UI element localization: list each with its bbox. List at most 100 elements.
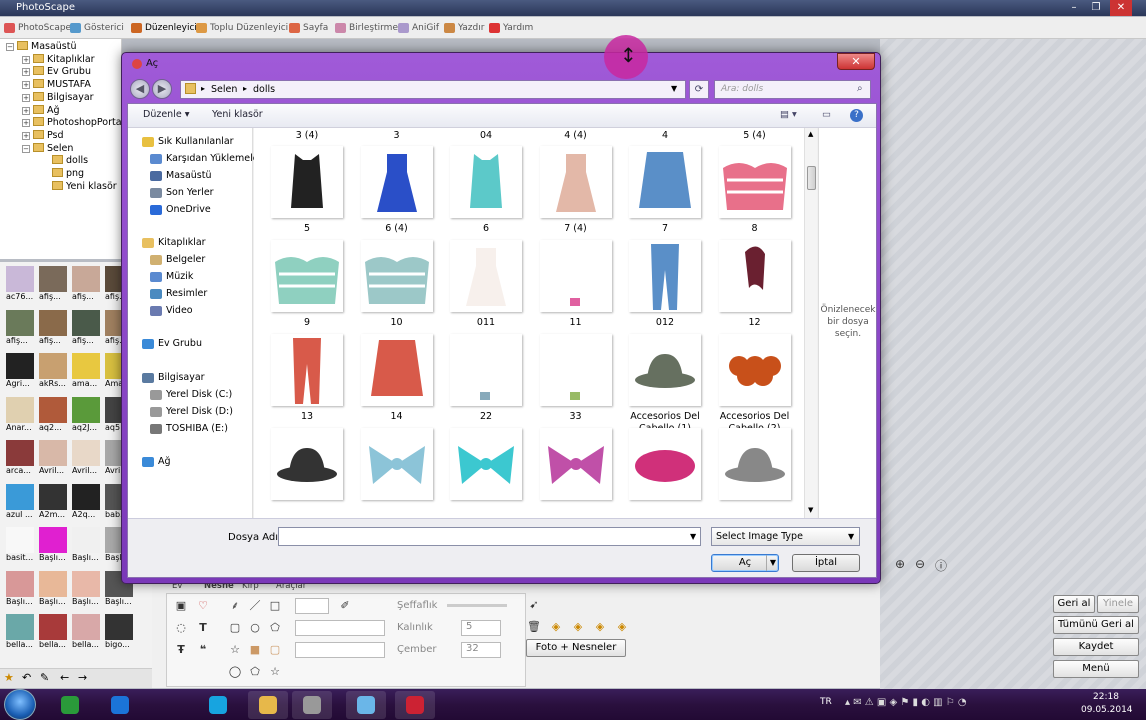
search-input[interactable]: Ara: dolls ⌕ xyxy=(714,80,871,99)
app-tab-2[interactable]: Düzenleyici xyxy=(131,20,197,36)
file-item[interactable]: Accesorios Del Cabello (1) xyxy=(622,334,708,435)
file-item[interactable] xyxy=(443,428,529,505)
circle-icon[interactable]: ○ xyxy=(247,620,263,636)
menu-button[interactable]: Menü xyxy=(1053,660,1139,678)
folder-tree-item[interactable]: − Selen xyxy=(22,142,73,155)
taskbar-app-photoscape-editor[interactable] xyxy=(395,691,435,719)
maximize-button[interactable]: ❐ xyxy=(1085,0,1107,16)
minimize-button[interactable]: – xyxy=(1063,0,1085,16)
undo-button[interactable]: Geri al xyxy=(1053,595,1095,613)
nav-item[interactable]: Müzik xyxy=(128,269,193,284)
thumbnail-item[interactable]: afiş... xyxy=(6,309,34,348)
thumbnail-item[interactable]: bella... xyxy=(72,614,100,652)
file-list-scrollbar[interactable]: ▲ ▼ xyxy=(804,128,817,518)
cancel-button[interactable]: İptal xyxy=(792,554,860,572)
tree-expander-icon[interactable]: + xyxy=(22,119,30,128)
start-button[interactable] xyxy=(4,689,36,720)
back-arrow-icon[interactable]: ← xyxy=(60,671,69,684)
transparency-slider[interactable] xyxy=(447,604,507,607)
scroll-up-icon[interactable]: ▲ xyxy=(808,130,813,138)
search-icon[interactable]: ⌕ xyxy=(857,83,863,94)
thumbnail-item[interactable]: basit... xyxy=(6,527,34,565)
file-type-select[interactable]: Select Image Type ▼ xyxy=(711,527,860,546)
nav-item[interactable]: Ağ xyxy=(128,454,171,469)
redo-button[interactable]: Yinele xyxy=(1097,595,1139,613)
filename-input[interactable] xyxy=(278,527,701,546)
zoom-out-icon[interactable]: ⊖ xyxy=(915,557,925,571)
folder-tree-item[interactable]: Yeni klasör xyxy=(52,180,117,193)
quote-icon[interactable]: ❝ xyxy=(195,642,211,658)
layer-up-icon[interactable]: ◈ xyxy=(548,619,564,635)
nav-item[interactable]: OneDrive xyxy=(128,202,211,217)
file-item[interactable]: 13 xyxy=(264,334,350,423)
file-item[interactable]: 8 xyxy=(712,146,798,235)
save-button[interactable]: Kaydet xyxy=(1053,638,1139,656)
ellipse-icon[interactable]: ◯ xyxy=(227,664,243,680)
thumbnail-item[interactable]: bella... xyxy=(39,614,67,652)
thumbnail-item[interactable]: bella... xyxy=(6,614,34,652)
zoom-in-icon[interactable]: ⊕ xyxy=(895,557,905,571)
text-icon[interactable]: T xyxy=(195,620,211,636)
text-style-icon[interactable]: Ŧ xyxy=(173,642,189,658)
folder-tree-item[interactable]: + Ev Grubu xyxy=(22,66,91,78)
nav-item[interactable]: Ev Grubu xyxy=(128,336,202,351)
thumbnail-item[interactable]: aq2... xyxy=(39,396,67,435)
app-tab-7[interactable]: Yazdır xyxy=(444,20,484,36)
folder-tree-item[interactable]: + Ağ xyxy=(22,104,60,117)
tree-expander-icon[interactable]: + xyxy=(22,81,30,90)
rectangle-icon[interactable]: □ xyxy=(267,598,283,614)
thumbnail-item[interactable]: afiş... xyxy=(72,309,100,348)
tree-expander-icon[interactable]: + xyxy=(22,106,30,115)
line-style-dropdown[interactable] xyxy=(295,620,385,636)
trash-icon[interactable]: 🗑 xyxy=(526,619,542,635)
thumbnail-item[interactable]: Avril... xyxy=(39,440,67,478)
nav-item[interactable]: Belgeler xyxy=(128,252,205,267)
taskbar-app-explorer[interactable] xyxy=(248,691,288,719)
taskbar-app-ie[interactable] xyxy=(100,691,140,719)
folder-tree-item[interactable]: − Masaüstü xyxy=(6,41,77,53)
file-item[interactable] xyxy=(354,428,440,505)
undo-arrow-icon[interactable]: ↶ xyxy=(22,671,31,684)
app-tab-5[interactable]: Birleştirme xyxy=(335,20,398,36)
border-input[interactable]: 32 xyxy=(461,642,501,658)
folder-tree-item[interactable]: png xyxy=(52,168,84,180)
organize-menu[interactable]: Düzenle ▾ xyxy=(143,109,189,120)
taskbar-app-skype[interactable] xyxy=(198,691,238,719)
file-item[interactable]: 11 xyxy=(533,240,619,329)
clock-time[interactable]: 22:18 xyxy=(1093,692,1119,702)
thickness-input[interactable]: 5 xyxy=(461,620,501,636)
close-app-button[interactable]: ✕ xyxy=(1110,0,1132,16)
file-item[interactable]: 7 xyxy=(622,146,708,235)
thumbnail-item[interactable]: ama... xyxy=(72,353,100,391)
new-folder-button[interactable]: Yeni klasör xyxy=(212,109,263,120)
file-item[interactable]: 22 xyxy=(443,334,529,423)
thumbnail-item[interactable]: bigo... xyxy=(105,614,133,652)
folder-tree-item[interactable]: + PhotoshopPorta xyxy=(22,117,122,129)
thumbnail-item[interactable]: Avril... xyxy=(72,440,100,478)
app-tab-0[interactable]: PhotoScape xyxy=(4,20,71,36)
view-options-icon[interactable]: ▤ ▾ xyxy=(780,109,797,120)
file-item[interactable] xyxy=(622,428,708,505)
color-dropdown[interactable] xyxy=(295,598,329,614)
app-tab-8[interactable]: Yardım xyxy=(489,20,533,36)
preview-pane-icon[interactable]: ▭ xyxy=(822,109,831,120)
app-tab-4[interactable]: Sayfa xyxy=(289,20,328,36)
app-tab-1[interactable]: Gösterici xyxy=(70,20,124,36)
file-item[interactable]: 33 xyxy=(533,334,619,423)
scroll-down-icon[interactable]: ▼ xyxy=(808,506,813,514)
thumbnail-item[interactable]: akRs... xyxy=(39,353,67,391)
thumbnail-item[interactable]: Başlı... xyxy=(72,527,100,565)
breadcrumb-dolls[interactable]: dolls xyxy=(253,84,275,95)
heart-icon[interactable]: ♡ xyxy=(195,598,211,614)
rounded-fill-icon[interactable]: ▢ xyxy=(267,642,283,658)
taskbar-app-photoscape[interactable] xyxy=(292,691,332,719)
file-item[interactable]: 6 (4) xyxy=(354,146,440,235)
nav-item[interactable]: Sık Kullanılanlar xyxy=(128,134,234,149)
tree-expander-icon[interactable]: + xyxy=(22,68,30,77)
address-bar[interactable]: ▸ Selen ▸ dolls ▼ xyxy=(180,80,686,99)
nav-item[interactable]: Karşıdan Yüklemeler xyxy=(128,151,262,166)
star-icon[interactable]: ★ xyxy=(4,671,14,684)
app-tab-6[interactable]: AniGif xyxy=(398,20,439,36)
thumbnail-item[interactable]: aq2J... xyxy=(72,396,100,435)
star-outline-icon[interactable]: ☆ xyxy=(267,664,283,680)
